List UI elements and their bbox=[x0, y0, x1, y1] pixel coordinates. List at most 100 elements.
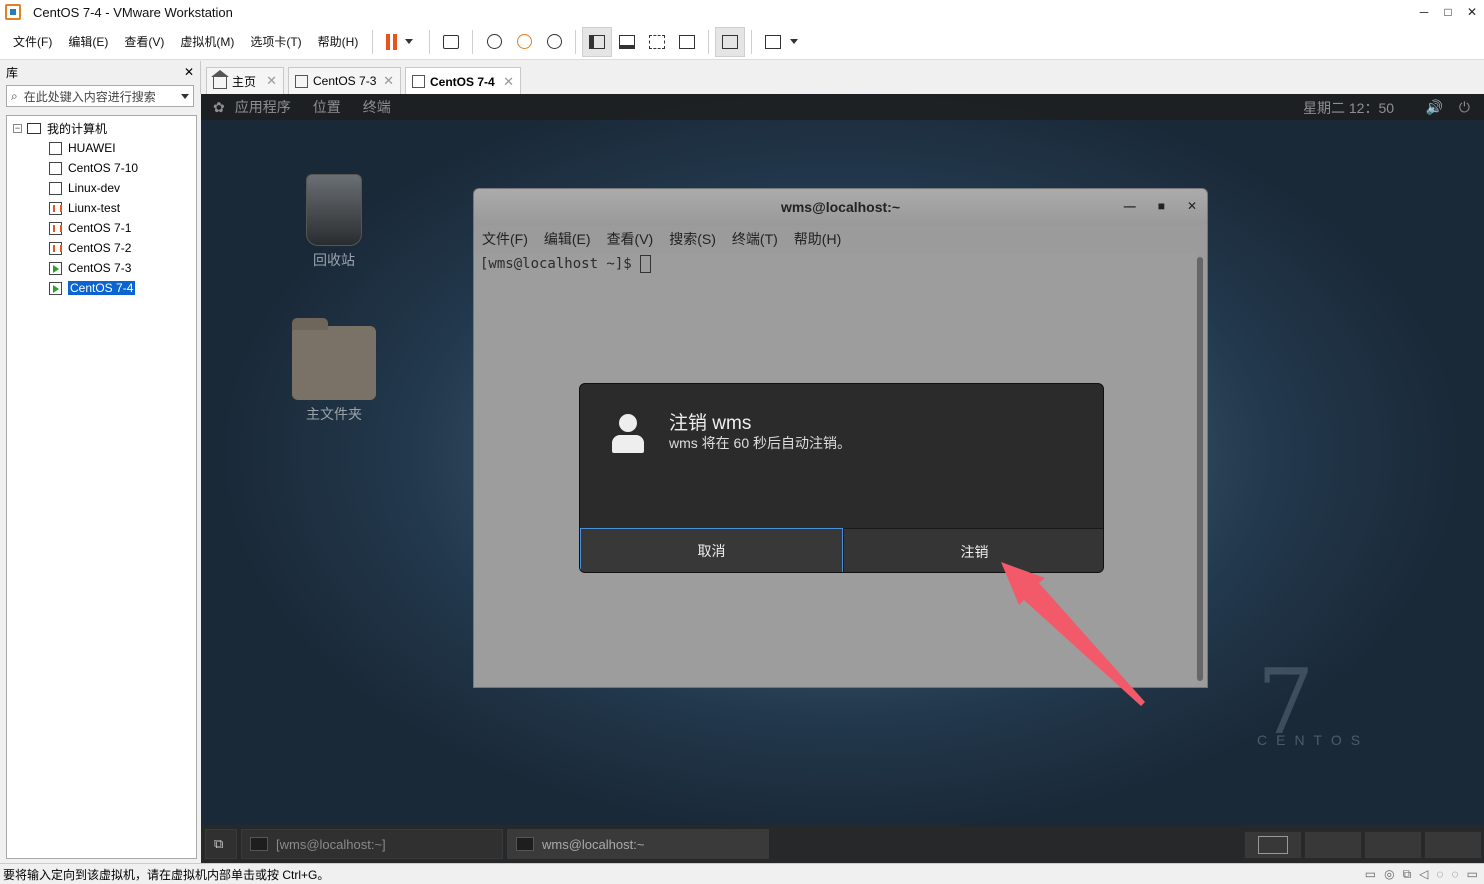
volume-icon: 🔊 bbox=[1425, 99, 1443, 115]
vm-console[interactable]: 7 CENTOS ✿ 应用程序 位置 终端 星期二 12：50 🔊 ⏻ 回收站 … bbox=[201, 94, 1484, 863]
revert-snapshot-icon bbox=[516, 34, 532, 49]
thumbnail-bar-button[interactable] bbox=[612, 27, 642, 57]
window-list-item-2[interactable]: wms@localhost:~ bbox=[507, 829, 769, 859]
library-panel: 库 ✕ ⌕ 在此处键入内容进行搜索 − 我的计算机 HUAWEI CentOS 7… bbox=[0, 61, 200, 863]
show-library-button[interactable] bbox=[582, 26, 613, 57]
tree-item-vm[interactable]: CentOS 7-4 bbox=[7, 278, 196, 298]
tree-item-vm[interactable]: CentOS 7-10 bbox=[7, 158, 196, 178]
vm-icon bbox=[49, 201, 62, 215]
gnome-clock[interactable]: 星期二 12：50 bbox=[1303, 98, 1394, 118]
logout-button[interactable]: 注销 bbox=[843, 528, 1103, 572]
tree-item-vm[interactable]: Linux-dev bbox=[7, 178, 196, 198]
revert-snapshot-button[interactable] bbox=[509, 27, 539, 57]
tab-centos-7-3[interactable]: CentOS 7-3 ✕ bbox=[288, 67, 401, 94]
gnome-terminal-menu[interactable]: 终端 bbox=[363, 97, 391, 117]
terminal-menu-file[interactable]: 文件(F) bbox=[482, 229, 528, 249]
tree-item-vm[interactable]: CentOS 7-3 bbox=[7, 258, 196, 278]
terminal-menu-help[interactable]: 帮助(H) bbox=[794, 229, 841, 249]
maximize-button[interactable]: □ bbox=[1436, 0, 1460, 24]
terminal-menu-view[interactable]: 查看(V) bbox=[607, 229, 654, 249]
desktop-trash[interactable]: 回收站 bbox=[289, 174, 379, 270]
tree-root-label: 我的计算机 bbox=[47, 121, 108, 136]
stretch-button[interactable] bbox=[758, 27, 788, 57]
tree-item-vm[interactable]: Liunx-test bbox=[7, 198, 196, 218]
terminal-scrollbar[interactable] bbox=[1197, 257, 1203, 681]
tree-item-vm[interactable]: CentOS 7-1 bbox=[7, 218, 196, 238]
terminal-menu-edit[interactable]: 编辑(E) bbox=[544, 229, 591, 249]
window-list-item-1[interactable]: [wms@localhost:~] bbox=[241, 829, 503, 859]
workspace-2[interactable] bbox=[1304, 831, 1362, 859]
logout-dialog: 注销 wms wms 将在 60 秒后自动注销。 取消 注销 bbox=[579, 383, 1104, 573]
menu-bar: 文件(F) 编辑(E) 查看(V) 虚拟机(M) 选项卡(T) 帮助(H) bbox=[0, 24, 1484, 60]
trash-label: 回收站 bbox=[313, 252, 355, 268]
trash-icon bbox=[306, 174, 362, 246]
terminal-minimize-button[interactable]: — bbox=[1124, 199, 1136, 213]
tree-item-vm[interactable]: CentOS 7-2 bbox=[7, 238, 196, 258]
vmware-logo-icon bbox=[5, 4, 21, 20]
menu-help[interactable]: 帮助(H) bbox=[310, 24, 367, 60]
workspace-1[interactable] bbox=[1244, 831, 1302, 859]
tab-home-label: 主页 bbox=[232, 74, 257, 89]
minimize-button[interactable]: ─ bbox=[1412, 0, 1436, 24]
menu-view[interactable]: 查看(V) bbox=[116, 24, 172, 60]
tab-centos-7-4-label: CentOS 7-4 bbox=[430, 74, 495, 89]
tree-item-vm[interactable]: HUAWEI bbox=[7, 138, 196, 158]
collapse-icon[interactable]: − bbox=[13, 123, 22, 133]
unity-button[interactable] bbox=[672, 27, 702, 57]
status-bar: 要将输入定向到该虚拟机，请在虚拟机内部单击或按 Ctrl+G。 ▭ ◎ ⧉ ◁ … bbox=[0, 863, 1484, 884]
terminal-menu-bar: 文件(F) 编辑(E) 查看(V) 搜索(S) 终端(T) 帮助(H) bbox=[474, 225, 1207, 253]
power-dropdown-icon[interactable] bbox=[405, 39, 414, 44]
tab-centos-7-4-close-button[interactable]: ✕ bbox=[503, 74, 514, 90]
terminal-maximize-button[interactable]: ■ bbox=[1158, 199, 1165, 213]
console-view-button[interactable] bbox=[715, 26, 746, 57]
home-folder-label: 主文件夹 bbox=[306, 406, 362, 422]
tab-centos-7-4[interactable]: CentOS 7-4 ✕ bbox=[405, 67, 521, 95]
menu-file[interactable]: 文件(F) bbox=[5, 24, 60, 60]
snapshot-manager-button[interactable] bbox=[539, 27, 569, 57]
tree-item-label: CentOS 7-1 bbox=[68, 221, 132, 235]
menu-vm[interactable]: 虚拟机(M) bbox=[172, 24, 242, 60]
usb-icon[interactable]: ◌ bbox=[1436, 867, 1443, 882]
close-button[interactable]: ✕ bbox=[1460, 0, 1484, 24]
hard-disk-icon[interactable]: ▭ bbox=[1365, 867, 1376, 882]
gnome-applications-menu[interactable]: 应用程序 bbox=[235, 97, 291, 117]
gnome-bottom-bar: ⧉ [wms@localhost:~] wms@localhost:~ bbox=[201, 825, 1484, 863]
stretch-dropdown-icon[interactable] bbox=[790, 39, 799, 44]
tab-home[interactable]: 主页 ✕ bbox=[206, 67, 284, 94]
tab-home-close-button[interactable]: ✕ bbox=[266, 73, 277, 89]
library-close-button[interactable]: ✕ bbox=[184, 65, 194, 79]
centos-watermark-text: CENTOS bbox=[1257, 732, 1370, 748]
workspace-3[interactable] bbox=[1364, 831, 1422, 859]
desktop-home-folder[interactable]: 主文件夹 bbox=[289, 318, 379, 424]
terminal-menu-terminal[interactable]: 终端(T) bbox=[732, 229, 778, 249]
cancel-button[interactable]: 取消 bbox=[580, 528, 843, 572]
sound-icon[interactable]: ◁ bbox=[1419, 867, 1428, 882]
search-dropdown-icon[interactable] bbox=[181, 94, 189, 99]
tree-root[interactable]: − 我的计算机 bbox=[7, 118, 196, 138]
pause-button[interactable] bbox=[379, 27, 403, 57]
send-ctrl-alt-del-button[interactable] bbox=[436, 27, 466, 57]
menu-tabs[interactable]: 选项卡(T) bbox=[242, 24, 309, 60]
menu-edit[interactable]: 编辑(E) bbox=[60, 24, 116, 60]
search-icon: ⌕ bbox=[11, 88, 18, 103]
usb2-icon[interactable]: ◌ bbox=[1452, 867, 1459, 882]
network-icon[interactable]: ⧉ bbox=[1403, 867, 1412, 882]
gnome-system-menu[interactable]: 🔊 ⏻ bbox=[1425, 99, 1470, 116]
terminal-close-button[interactable]: ✕ bbox=[1187, 199, 1197, 213]
vm-icon bbox=[49, 221, 62, 235]
cd-icon[interactable]: ◎ bbox=[1384, 867, 1394, 882]
display-icon[interactable]: ▭ bbox=[1467, 867, 1478, 882]
device-status-icons: ▭ ◎ ⧉ ◁ ◌ ◌ ▭ bbox=[1365, 867, 1478, 882]
console-icon bbox=[722, 34, 739, 49]
library-search-input[interactable]: ⌕ 在此处键入内容进行搜索 bbox=[6, 85, 194, 107]
gnome-places-menu[interactable]: 位置 bbox=[313, 97, 341, 117]
terminal-menu-search[interactable]: 搜索(S) bbox=[669, 229, 716, 249]
logout-dialog-message: wms 将在 60 秒后自动注销。 bbox=[669, 435, 852, 451]
workspace-4[interactable] bbox=[1424, 831, 1482, 859]
snapshot-button[interactable] bbox=[479, 27, 509, 57]
tab-centos-7-3-close-button[interactable]: ✕ bbox=[383, 73, 394, 89]
terminal-icon bbox=[516, 837, 534, 851]
show-desktop-button[interactable]: ⧉ bbox=[205, 829, 237, 859]
full-screen-button[interactable] bbox=[642, 27, 672, 57]
terminal-titlebar: wms@localhost:~ — ■ ✕ bbox=[474, 189, 1207, 225]
